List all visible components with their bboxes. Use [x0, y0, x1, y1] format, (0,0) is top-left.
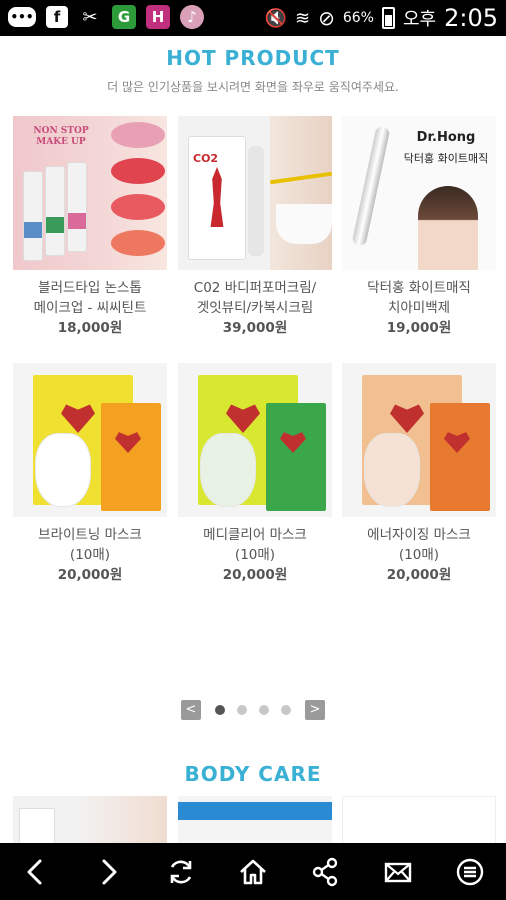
product-name-line2: (10매)	[234, 547, 276, 563]
product-name-line2: (10매)	[398, 547, 440, 563]
product-name[interactable]: 블러드타입 논스톱 메이크업 - 씨씨틴트	[13, 278, 167, 318]
product-card[interactable]: Dr.Hong 닥터홍 화이트매직 닥터홍 화이트매직 치아미백제 19,000…	[342, 116, 496, 338]
product-name-line2: 메이크업 - 씨씨틴트	[33, 300, 147, 316]
product-name-line1: 닥터홍 화이트매직	[367, 280, 471, 296]
product-name[interactable]: 에너자이징 마스크 (10매)	[342, 525, 496, 565]
mask-box-graphic	[101, 403, 161, 511]
forward-icon[interactable]	[88, 852, 128, 892]
mute-scissors-icon: ✂	[82, 6, 98, 28]
lip-swatch	[111, 230, 165, 256]
tube-graphic	[67, 162, 87, 252]
tube-graphic	[45, 166, 65, 256]
body-photo	[270, 116, 332, 270]
carousel-next-button[interactable]: >	[305, 700, 325, 720]
product-image[interactable]	[178, 363, 332, 517]
product-name-line1: 블러드타입 논스톱	[38, 280, 142, 296]
product-name-line1: 메디클리어 마스크	[203, 527, 307, 543]
product-image[interactable]: CO2	[178, 116, 332, 270]
product-name[interactable]: 메디클리어 마스크 (10매)	[178, 525, 332, 565]
refresh-icon[interactable]	[161, 852, 201, 892]
product-name-line1: C02 바디퍼포머크림/	[193, 280, 317, 296]
lip-swatch	[111, 194, 165, 220]
body-care-product-image[interactable]	[13, 796, 167, 844]
mail-icon[interactable]	[378, 852, 418, 892]
clock: 2:05	[444, 4, 498, 32]
product-image[interactable]	[13, 363, 167, 517]
mask-box-graphic	[430, 403, 490, 511]
body-care-title: BODY CARE	[184, 762, 322, 786]
status-bar: ••• f ✂ G H ♪ 🔇 ≋ ⊘ 66% 오후 2:05	[0, 0, 506, 36]
product-image-text: CO2	[193, 152, 219, 165]
product-image[interactable]: Dr.Hong 닥터홍 화이트매직	[342, 116, 496, 270]
spray-can-graphic	[248, 146, 264, 256]
product-price: 39,000원	[222, 320, 288, 336]
battery-level: 66%	[342, 10, 374, 26]
battery-icon	[381, 7, 395, 29]
carousel-dot-2[interactable]	[237, 705, 247, 715]
hot-product-title: HOT PRODUCT	[166, 46, 340, 70]
g-app-icon: G	[112, 5, 136, 29]
chat-notification-icon: •••	[8, 7, 36, 27]
home-icon[interactable]	[233, 852, 273, 892]
face-mask-graphic	[35, 433, 91, 507]
body-care-product-image[interactable]	[342, 796, 496, 844]
facebook-icon: f	[46, 6, 68, 28]
product-name-line1: 에너자이징 마스크	[367, 527, 471, 543]
bottom-nav-bar	[0, 843, 506, 900]
product-image[interactable]	[342, 363, 496, 517]
product-price: 19,000원	[386, 320, 452, 336]
carousel-dot-1[interactable]	[215, 705, 225, 715]
lip-swatch	[111, 122, 165, 148]
back-icon[interactable]	[16, 852, 56, 892]
product-card[interactable]: 에너자이징 마스크 (10매) 20,000원	[342, 363, 496, 585]
mask-box-graphic	[266, 403, 326, 511]
am-pm: 오후	[402, 9, 437, 30]
wifi-icon: ≋	[294, 7, 311, 29]
share-icon[interactable]	[305, 852, 345, 892]
product-name[interactable]: 브라이트닝 마스크 (10매)	[13, 525, 167, 565]
product-name[interactable]: C02 바디퍼포머크림/ 겟잇뷰티/카복시크림	[178, 278, 332, 318]
model-photo	[418, 186, 478, 270]
product-name-line1: 브라이트닝 마스크	[38, 527, 142, 543]
face-mask-graphic	[200, 433, 256, 507]
whitening-pen-graphic	[351, 125, 391, 247]
carousel-dot-4[interactable]	[281, 705, 291, 715]
lip-swatch	[111, 158, 165, 184]
product-price: 20,000원	[57, 567, 123, 583]
product-image-text: NON STOP MAKE UP	[33, 126, 89, 147]
carousel-prev-button[interactable]: <	[181, 700, 201, 720]
music-icon: ♪	[180, 5, 204, 29]
product-card[interactable]: CO2 C02 바디퍼포머크림/ 겟잇뷰티/카복시크림 39,000원	[178, 116, 332, 338]
product-price: 18,000원	[57, 320, 123, 336]
carousel-dot-3[interactable]	[259, 705, 269, 715]
product-name-line2: 치아미백제	[387, 300, 451, 316]
product-image[interactable]: NON STOP MAKE UP	[13, 116, 167, 270]
product-card[interactable]: NON STOP MAKE UP 블러드타입 논스톱 메이크업 - 씨씨틴트 1…	[13, 116, 167, 338]
vibrate-off-icon: 🔇	[264, 7, 287, 29]
swipe-hint: 더 많은 인기상품을 보시려면 화면을 좌우로 움직여주세요.	[107, 80, 399, 94]
product-name-line2: 겟잇뷰티/카복시크림	[196, 300, 314, 316]
tube-graphic	[23, 171, 43, 261]
brand-text: Dr.Hong	[416, 130, 476, 145]
h-app-icon: H	[146, 5, 170, 29]
product-card[interactable]: 브라이트닝 마스크 (10매) 20,000원	[13, 363, 167, 585]
product-card[interactable]: 메디클리어 마스크 (10매) 20,000원	[178, 363, 332, 585]
product-price: 20,000원	[222, 567, 288, 583]
menu-icon[interactable]	[450, 852, 490, 892]
body-care-product-image[interactable]	[178, 796, 332, 844]
face-mask-graphic	[364, 433, 420, 507]
carousel-pager: < >	[181, 698, 326, 722]
product-price: 20,000원	[386, 567, 452, 583]
product-name-line2: (10매)	[69, 547, 111, 563]
product-name[interactable]: 닥터홍 화이트매직 치아미백제	[342, 278, 496, 318]
brand-subtext: 닥터홍 화이트매직	[403, 152, 489, 165]
block-icon: ⊘	[318, 6, 335, 30]
